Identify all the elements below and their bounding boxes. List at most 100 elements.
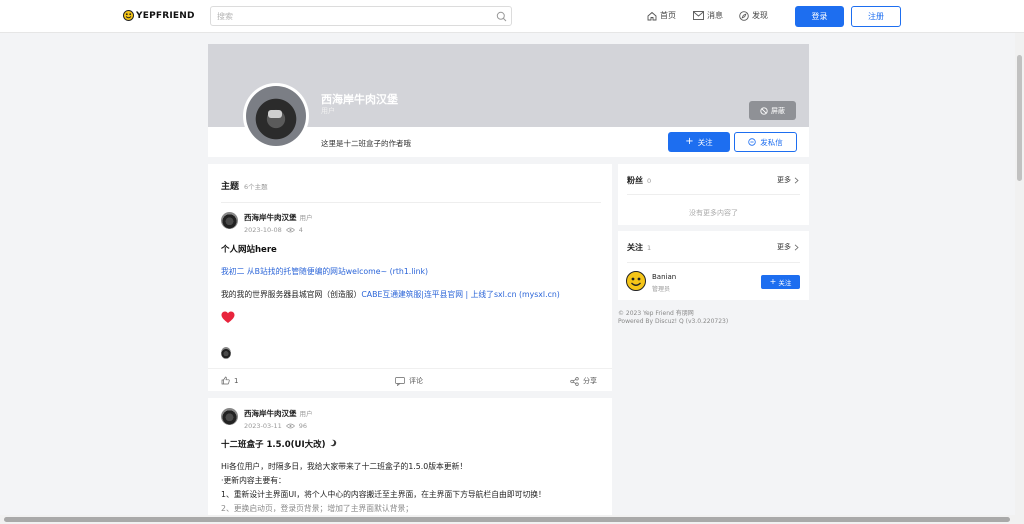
following-count: 1: [647, 244, 652, 252]
nav-messages[interactable]: 消息: [693, 10, 723, 21]
topics-count: 6个主题: [244, 183, 268, 191]
horizontal-scroll-thumb[interactable]: [4, 517, 1010, 522]
powered-by-text: Powered By Discuz! Q (v3.0.220723): [618, 318, 729, 325]
nav-home[interactable]: 首页: [647, 10, 676, 21]
follow-user-label: 关注: [778, 279, 792, 287]
author-role: 用户: [299, 214, 313, 222]
divider: [627, 194, 800, 195]
author-name[interactable]: 西海岸牛肉汉堡: [244, 213, 297, 222]
profile-header: 西海岸牛肉汉堡 用户 屏蔽 这里是十二班盒子的作者哦 + 关注 发私信: [208, 44, 809, 157]
compass-icon: [739, 10, 749, 21]
search-input[interactable]: [211, 7, 481, 25]
post-author-row: 西海岸牛肉汉堡 用户 2023-10-08 4: [221, 212, 313, 234]
author-name[interactable]: 西海岸牛肉汉堡: [244, 409, 297, 418]
divider: [627, 262, 800, 263]
post-content-line: 2、更换启动页，登录页背景；增加了主界面默认背景；: [221, 504, 414, 513]
profile-role: 用户: [321, 107, 335, 115]
mail-icon: [693, 11, 704, 20]
author-avatar[interactable]: [221, 212, 238, 229]
plus-icon: +: [685, 136, 694, 147]
following-more-label: 更多: [777, 243, 791, 251]
comment-button[interactable]: 评论: [395, 376, 423, 386]
following-user-name[interactable]: Banian: [652, 273, 676, 281]
post-link[interactable]: CABE互通建筑服|连平县官网 | 上线了sxl.cn (mysxl.cn): [361, 290, 560, 299]
chevron-right-icon: [794, 177, 799, 183]
chat-icon: [748, 138, 756, 146]
search-icon[interactable]: [496, 11, 507, 24]
post-content-line: 1、重新设计主界面UI，将个人中心的内容搬迁至主界面，在主界面下方导航栏自由即可…: [221, 490, 546, 499]
heart-emoji-icon: [221, 311, 235, 326]
comment-icon: [395, 376, 405, 386]
crescent-emoji-icon: [328, 439, 337, 450]
topics-card: 主题 6个主题 西海岸牛肉汉堡 用户 2023-10-08 4 个人网站here …: [208, 164, 612, 391]
smiley-logo-icon: [123, 10, 134, 21]
fans-title-label: 粉丝: [627, 176, 643, 185]
follow-button[interactable]: + 关注: [668, 132, 730, 152]
post-link[interactable]: 我初二 从B站找的托管随便编的网站welcome~ (rth1.link): [221, 267, 428, 276]
eye-icon: [285, 227, 295, 233]
post-card: 西海岸牛肉汉堡 用户 2023-03-11 96 十二班盒子 1.5.0(UI大改…: [208, 398, 612, 524]
following-user-role: 管理员: [652, 286, 671, 293]
post-author-row: 西海岸牛肉汉堡 用户 2023-03-11 96: [221, 408, 313, 430]
site-logo[interactable]: YEPFRIEND: [123, 10, 195, 21]
send-message-label: 发私信: [760, 137, 783, 147]
logo-text: YEPFRIEND: [136, 10, 195, 21]
author-avatar[interactable]: [221, 408, 238, 425]
view-count: 4: [298, 226, 303, 234]
post-content-line: ·更新内容主要有：: [221, 476, 286, 485]
fans-empty-text: 没有更多内容了: [689, 209, 738, 217]
comment-label: 评论: [409, 377, 423, 385]
plus-icon: +: [769, 277, 777, 286]
following-card: 关注 1 更多 Banian 管理员 + 关注: [618, 231, 809, 300]
vertical-scrollbar[interactable]: [1015, 33, 1024, 524]
nav-home-label: 首页: [660, 11, 676, 20]
nav-discover[interactable]: 发现: [739, 10, 768, 21]
share-icon: [570, 376, 579, 386]
block-label: 屏蔽: [771, 106, 785, 115]
register-button[interactable]: 注册: [851, 6, 901, 27]
follow-label: 关注: [697, 137, 713, 147]
like-button[interactable]: 1: [221, 376, 238, 385]
share-button[interactable]: 分享: [570, 376, 597, 386]
view-count: 96: [298, 422, 308, 430]
following-title-label: 关注: [627, 243, 643, 252]
user-avatar[interactable]: [626, 271, 646, 291]
profile-bio: 这里是十二班盒子的作者哦: [321, 139, 411, 148]
fans-more-label: 更多: [777, 176, 791, 184]
fans-title: 粉丝 0: [627, 175, 651, 186]
share-label: 分享: [583, 377, 597, 385]
home-icon: [647, 11, 657, 20]
post-date: 2023-10-08: [244, 226, 282, 234]
following-title: 关注 1: [627, 242, 651, 253]
profile-avatar[interactable]: [243, 83, 309, 149]
nav-discover-label: 发现: [752, 11, 768, 20]
horizontal-scrollbar[interactable]: [0, 515, 1015, 524]
following-more-link[interactable]: 更多: [777, 242, 799, 252]
block-button[interactable]: 屏蔽: [749, 101, 796, 120]
divider: [221, 202, 601, 203]
send-message-button[interactable]: 发私信: [734, 132, 797, 152]
post-title-row[interactable]: 十二班盒子 1.5.0(UI大改): [221, 438, 337, 450]
like-count: 1: [234, 376, 239, 385]
post-text: 我的我的世界服务器县城官网（创造服）: [221, 290, 362, 299]
nav-messages-label: 消息: [707, 11, 723, 20]
vertical-scroll-thumb[interactable]: [1017, 55, 1022, 181]
search-box: [210, 6, 512, 26]
follow-user-button[interactable]: + 关注: [761, 275, 800, 289]
eye-icon: [285, 423, 295, 429]
post-actions: 1 评论 分享: [208, 368, 612, 390]
post-content-line: 我初二 从B站找的托管随便编的网站welcome~ (rth1.link): [221, 266, 428, 277]
chevron-right-icon: [794, 244, 799, 250]
author-role: 用户: [299, 410, 313, 418]
topics-title: 主题: [221, 182, 240, 192]
login-button[interactable]: 登录: [795, 6, 844, 27]
fans-card: 粉丝 0 更多 没有更多内容了: [618, 164, 809, 225]
copyright-text: © 2023 Yep Friend 有朋网: [618, 310, 694, 317]
fans-count: 0: [647, 177, 652, 185]
post-content-line: 我的我的世界服务器县城官网（创造服）CABE互通建筑服|连平县官网 | 上线了s…: [221, 289, 560, 300]
post-image-thumbnail[interactable]: [221, 347, 231, 359]
post-content-line: Hi各位用户，时隔多日，我给大家带来了十二班盒子的1.5.0版本更新！: [221, 462, 468, 471]
post-title[interactable]: 个人网站here: [221, 243, 277, 255]
thumbs-up-icon: [221, 376, 230, 385]
fans-more-link[interactable]: 更多: [777, 175, 799, 185]
